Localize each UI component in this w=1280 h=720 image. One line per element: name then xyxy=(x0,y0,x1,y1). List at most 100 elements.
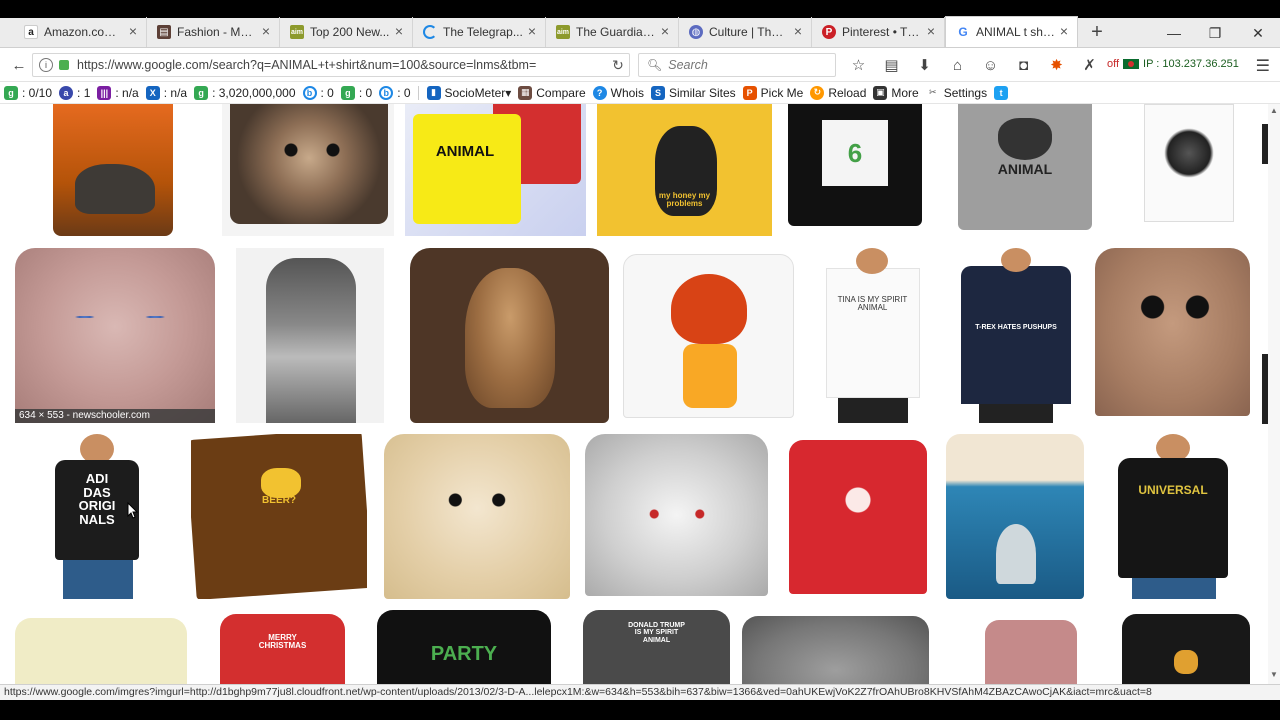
tshirt-graphic xyxy=(826,268,920,398)
result-image-black-vneck[interactable] xyxy=(1122,610,1250,684)
seo-bars[interactable]: |||: n/a xyxy=(97,85,139,100)
minimize-icon[interactable]: — xyxy=(1152,18,1196,48)
shark-graphic xyxy=(996,524,1036,584)
result-image-alien-face[interactable] xyxy=(1095,248,1250,423)
close-icon[interactable]: × xyxy=(1057,24,1071,38)
chat-icon[interactable]: ☺ xyxy=(974,52,1007,78)
pocket-icon[interactable]: ◘ xyxy=(1007,52,1040,78)
reload-icon[interactable]: ↻ xyxy=(607,57,629,74)
restore-icon[interactable]: ❐ xyxy=(1193,18,1237,48)
result-image-muscle-bear[interactable] xyxy=(410,248,609,423)
result-image-rhinos[interactable] xyxy=(15,104,211,236)
seo-index[interactable]: g: 3,020,000,000 xyxy=(194,85,296,100)
pick-me-button[interactable]: P Pick Me xyxy=(742,85,803,100)
search-input[interactable]: 🔍︎ Search xyxy=(638,53,836,77)
seo-alexa[interactable]: a: 1 xyxy=(59,85,91,100)
tab-culture[interactable]: ◍ Culture | The ... × xyxy=(679,17,812,47)
close-icon[interactable]: × xyxy=(924,24,938,38)
result-image-merry-christmas[interactable]: MERRY CHRISTMAS xyxy=(200,610,365,684)
close-window-icon[interactable]: ✕ xyxy=(1236,18,1280,48)
close-icon[interactable]: × xyxy=(126,24,140,38)
result-image-jaws-shark[interactable] xyxy=(946,434,1084,599)
tshirt-graphic xyxy=(961,266,1071,404)
ip-indicator[interactable]: off IP : 103.237.36.251 xyxy=(1107,58,1239,70)
result-image-animal-cat[interactable]: ANIMAL xyxy=(938,104,1112,236)
seo-pagerank[interactable]: g: 0/10 xyxy=(4,85,52,100)
result-image-animal-yellow[interactable]: ANIMAL xyxy=(405,104,586,236)
seo-value: : 1 xyxy=(77,85,91,100)
result-image-sphynx-cat[interactable] xyxy=(15,248,215,423)
extension-icon[interactable]: ✸ xyxy=(1040,52,1073,78)
result-image-t-rex-pushups[interactable]: T-REX HATES PUSHUPS xyxy=(949,248,1083,423)
result-image-sloth[interactable] xyxy=(222,104,394,236)
seo-toolbar: g: 0/10 a: 1 |||: n/a X: n/a g: 3,020,00… xyxy=(0,82,1280,104)
result-image-birthday-six[interactable]: 6 xyxy=(784,104,926,236)
new-tab-button[interactable]: + xyxy=(1082,17,1112,47)
seo-cache[interactable]: g: 0 xyxy=(340,85,372,100)
seo-backlinks[interactable]: b: 0 xyxy=(379,85,411,100)
url-text[interactable]: https://www.google.com/search?q=ANIMAL+t… xyxy=(77,58,607,72)
result-image-red-tshirt[interactable] xyxy=(785,434,931,599)
result-image-universal[interactable]: UNIVERSAL xyxy=(1096,434,1250,599)
reading-list-icon[interactable]: ▤ xyxy=(875,52,908,78)
hamburger-menu-icon[interactable]: ☰ xyxy=(1256,56,1270,76)
seo-bing[interactable]: b: 0 xyxy=(302,85,334,100)
whois-button[interactable]: ? Whois xyxy=(592,85,644,100)
close-icon[interactable]: × xyxy=(392,24,406,38)
vertical-scrollbar[interactable]: ▲ ▼ xyxy=(1268,104,1280,684)
honey-print: my honey my problems xyxy=(658,191,711,209)
toolbar-icons: ☆ ▤ ⬇ ⌂ ☺ ◘ ✸ ✗ xyxy=(842,52,1106,78)
close-icon[interactable]: × xyxy=(259,24,273,38)
help-icon: ? xyxy=(592,85,607,100)
result-image-wolves[interactable] xyxy=(742,610,929,684)
tab-animal-t-shirt[interactable]: G ANIMAL t shi... × xyxy=(945,16,1078,47)
result-image-tina-spirit-animal[interactable]: TINA IS MY SPIRIT ANIMAL xyxy=(808,248,937,423)
result-image-white-rat[interactable] xyxy=(585,434,768,599)
x-extension-icon[interactable]: ✗ xyxy=(1073,52,1106,78)
twitter-button[interactable]: t xyxy=(994,85,1012,100)
seo-x[interactable]: X: n/a xyxy=(145,85,187,100)
tshirt-graphic xyxy=(742,616,929,684)
close-icon[interactable]: × xyxy=(525,24,539,38)
tab-guardian[interactable]: aim The Guardian... × xyxy=(546,17,679,47)
tab-top-200[interactable]: aim Top 200 New... × xyxy=(280,17,413,47)
sociometer-button[interactable]: ▮ SocioMeter▾ xyxy=(426,85,511,100)
result-image-pale-tshirt[interactable] xyxy=(15,610,187,684)
result-image-pink-tshirt[interactable] xyxy=(985,610,1077,684)
more-icon: ▣ xyxy=(873,85,888,100)
scroll-down-icon[interactable]: ▼ xyxy=(1270,670,1278,679)
download-icon[interactable]: ⬇ xyxy=(908,52,941,78)
bars-icon: ||| xyxy=(97,85,112,100)
back-arrow-icon[interactable]: ← xyxy=(6,52,32,78)
tshirt-graphic xyxy=(191,434,367,599)
result-image-beer-bear[interactable]: BEER? xyxy=(191,434,367,599)
tab-fashion[interactable]: ▤ Fashion - Me... × xyxy=(147,17,280,47)
close-icon[interactable]: × xyxy=(791,24,805,38)
info-icon[interactable]: i xyxy=(39,58,53,72)
result-image-tiger-tank[interactable] xyxy=(1124,104,1250,236)
home-icon[interactable]: ⌂ xyxy=(941,52,974,78)
result-image-adidas-originals[interactable]: ADI DAS ORIGI NALS xyxy=(15,434,179,599)
tab-pinterest[interactable]: P Pinterest • Th... × xyxy=(812,17,945,47)
tab-telegraph[interactable]: The Telegrap... × xyxy=(413,17,546,47)
result-image-party[interactable]: PARTY xyxy=(377,610,551,684)
result-image-animal-muppet[interactable] xyxy=(621,248,796,423)
tab-amazon[interactable]: a Amazon.com... × xyxy=(14,17,147,47)
result-image-trump-spirit-animal[interactable]: DONALD TRUMP IS MY SPIRIT ANIMAL xyxy=(583,610,730,684)
result-image-hamster[interactable] xyxy=(384,434,570,599)
close-icon[interactable]: × xyxy=(658,24,672,38)
more-button[interactable]: ▣ More xyxy=(873,85,919,100)
result-image-honey-bear[interactable]: my honey my problems xyxy=(597,104,772,236)
tshirt-graphic xyxy=(15,248,215,423)
image-results-grid: ANIMAL my honey my problems 6 ANIMAL 634… xyxy=(0,104,1280,684)
alien-eyes xyxy=(1135,292,1215,322)
reload-button[interactable]: ↻ Reload xyxy=(810,85,866,100)
result-image-tiger-tank-model[interactable] xyxy=(236,248,384,423)
bookmark-star-icon[interactable]: ☆ xyxy=(842,52,875,78)
compare-button[interactable]: ▦ Compare xyxy=(518,85,586,100)
settings-button[interactable]: ✂ Settings xyxy=(925,85,987,100)
scroll-up-icon[interactable]: ▲ xyxy=(1270,106,1278,115)
tina-print: TINA IS MY SPIRIT ANIMAL xyxy=(837,295,908,313)
address-bar[interactable]: i https://www.google.com/search?q=ANIMAL… xyxy=(32,53,630,77)
similar-sites-button[interactable]: S Similar Sites xyxy=(650,85,736,100)
